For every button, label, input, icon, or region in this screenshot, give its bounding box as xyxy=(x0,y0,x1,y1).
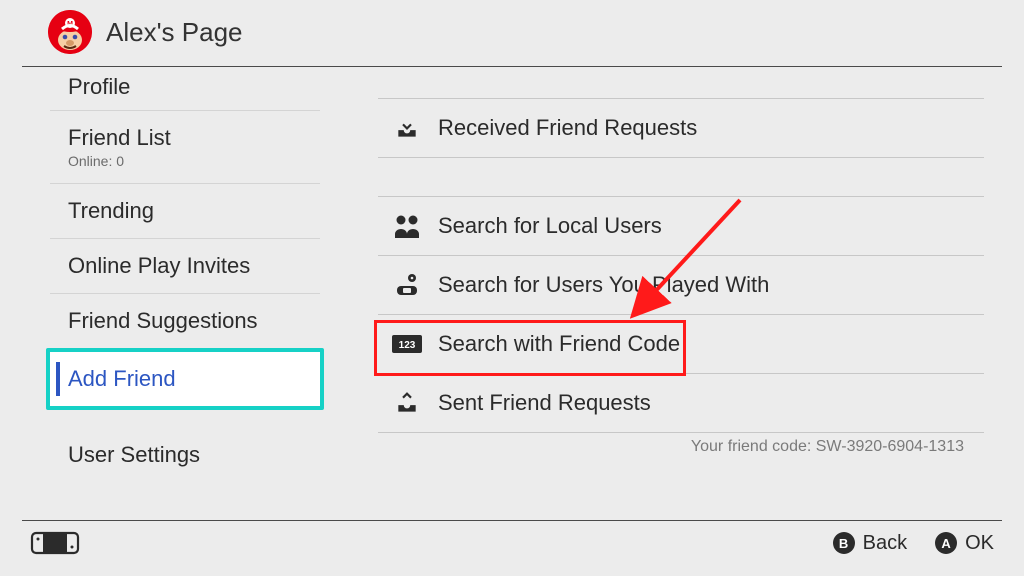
sidebar: Profile Friend List Online: 0 Trending O… xyxy=(50,70,320,482)
local-users-icon xyxy=(392,213,422,239)
sidebar-item-add-friend[interactable]: Add Friend xyxy=(46,348,324,410)
sidebar-item-label: Add Friend xyxy=(68,366,176,391)
sidebar-item-label: Trending xyxy=(68,198,154,223)
b-button-icon: B xyxy=(833,532,855,554)
sidebar-item-online-play-invites[interactable]: Online Play Invites xyxy=(50,239,320,293)
footer-button-label: Back xyxy=(863,532,907,555)
menu-item-label: Received Friend Requests xyxy=(438,115,697,141)
sidebar-item-label: Online Play Invites xyxy=(68,253,250,278)
main-panel: Received Friend Requests Search for Loca… xyxy=(378,98,984,433)
ok-button[interactable]: A OK xyxy=(935,532,994,555)
svg-text:123: 123 xyxy=(399,340,416,351)
menu-item-search-friend-code[interactable]: 123 Search with Friend Code xyxy=(378,315,984,373)
menu-item-label: Sent Friend Requests xyxy=(438,390,651,416)
menu-item-received-friend-requests[interactable]: Received Friend Requests xyxy=(378,99,984,157)
page-title: Alex's Page xyxy=(106,17,243,48)
menu-item-label: Search for Users You Played With xyxy=(438,272,769,298)
played-with-icon xyxy=(392,272,422,298)
sidebar-item-profile[interactable]: Profile xyxy=(50,70,320,110)
sidebar-item-label: User Settings xyxy=(68,442,200,467)
menu-item-label: Search with Friend Code xyxy=(438,331,680,357)
inbox-download-icon xyxy=(392,115,422,141)
menu-item-search-local-users[interactable]: Search for Local Users xyxy=(378,197,984,255)
footer-button-label: OK xyxy=(965,532,994,555)
avatar: M xyxy=(48,10,92,54)
menu-item-sent-friend-requests[interactable]: Sent Friend Requests xyxy=(378,374,984,432)
sidebar-item-label: Friend List xyxy=(68,125,308,151)
menu-item-search-users-played-with[interactable]: Search for Users You Played With xyxy=(378,256,984,314)
divider xyxy=(22,66,1002,67)
divider xyxy=(22,520,1002,521)
outbox-upload-icon xyxy=(392,390,422,416)
sidebar-item-sublabel: Online: 0 xyxy=(68,153,308,169)
a-button-icon: A xyxy=(935,532,957,554)
sidebar-item-trending[interactable]: Trending xyxy=(50,184,320,238)
friend-code-icon: 123 xyxy=(392,334,422,354)
controller-icon xyxy=(30,530,80,556)
sidebar-item-friend-suggestions[interactable]: Friend Suggestions xyxy=(50,294,320,348)
sidebar-item-label: Profile xyxy=(68,74,130,99)
friend-code-label: Your friend code: SW-3920-6904-1313 xyxy=(691,438,964,456)
sidebar-item-label: Friend Suggestions xyxy=(68,308,258,333)
divider xyxy=(378,432,984,433)
back-button[interactable]: B Back xyxy=(833,532,907,555)
sidebar-item-friend-list[interactable]: Friend List Online: 0 xyxy=(50,111,320,183)
menu-item-label: Search for Local Users xyxy=(438,213,662,239)
sidebar-item-user-settings[interactable]: User Settings xyxy=(50,428,320,482)
